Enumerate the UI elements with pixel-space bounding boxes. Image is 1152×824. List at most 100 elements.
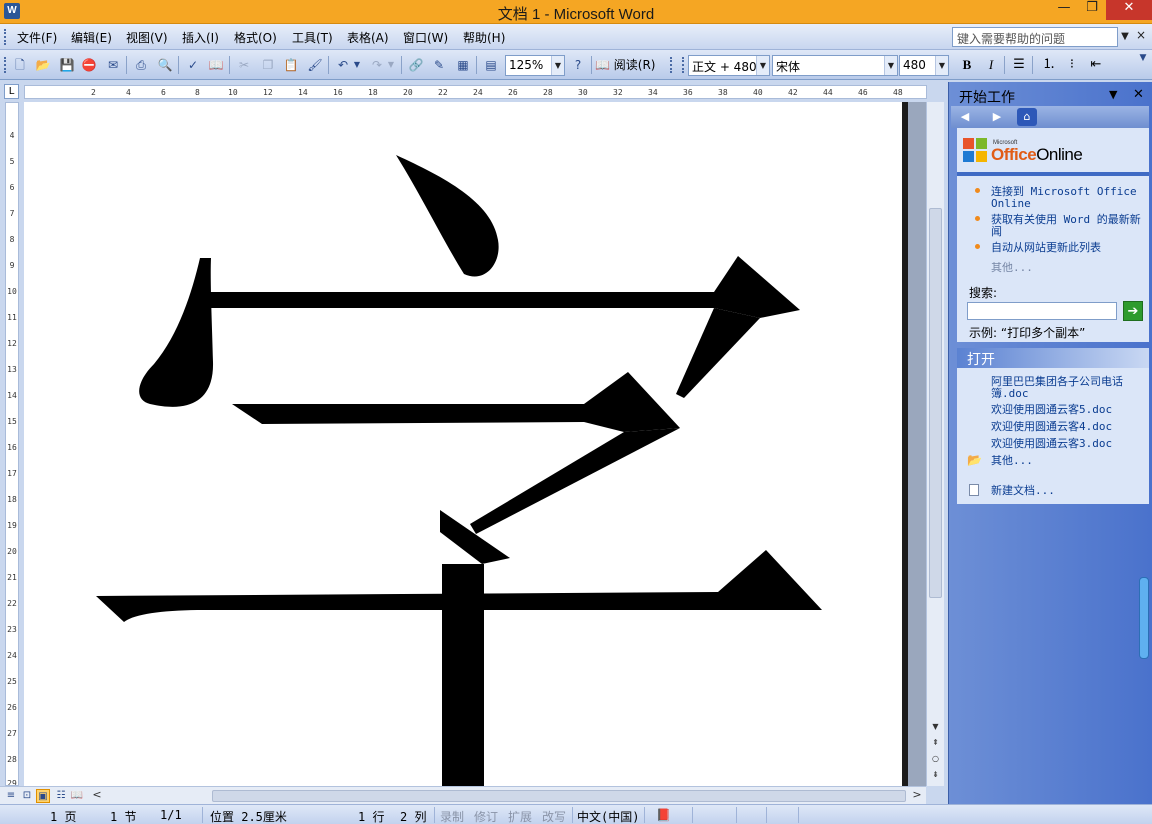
recent-file-link[interactable]: 欢迎使用圆通云客3.doc: [991, 438, 1151, 450]
menu-format[interactable]: 格式(O): [234, 29, 277, 46]
search-go-button[interactable]: ➔: [1123, 301, 1143, 321]
bullets-icon[interactable]: ⁝: [1063, 56, 1081, 74]
menu-insert[interactable]: 插入(I): [182, 29, 219, 46]
maximize-button[interactable]: ❐: [1078, 0, 1106, 20]
undo-icon[interactable]: ↶: [334, 56, 352, 74]
hyperlink-icon[interactable]: 🔗: [407, 56, 425, 74]
web-layout-view-icon[interactable]: ⊡: [20, 789, 34, 803]
numbering-icon[interactable]: ⒈: [1040, 56, 1058, 74]
status-record[interactable]: 录制: [440, 808, 464, 824]
help-dropdown-icon[interactable]: ▼: [1118, 27, 1132, 47]
document-map-icon[interactable]: ▤: [482, 56, 500, 74]
link-connect-office-online[interactable]: 连接到 Microsoft Office Online: [991, 186, 1151, 210]
open-icon[interactable]: 📂: [34, 56, 52, 74]
document-page[interactable]: [24, 102, 902, 786]
spelling-icon[interactable]: ✓: [184, 56, 202, 74]
task-pane-scroll-thumb[interactable]: [1139, 577, 1149, 659]
horizontal-scrollbar[interactable]: ≡ ⊡ ▣ ☷ 📖 < >: [0, 786, 926, 804]
toolbar-options-icon[interactable]: ▼: [1137, 53, 1149, 77]
read-button[interactable]: 📖 阅读(R): [595, 56, 655, 74]
save-icon[interactable]: 💾: [58, 56, 76, 74]
permission-icon[interactable]: ⛔: [80, 56, 98, 74]
font-size-dropdown-icon[interactable]: ▼: [935, 56, 948, 75]
vertical-scroll-thumb[interactable]: [929, 208, 942, 598]
menu-help[interactable]: 帮助(H): [463, 29, 505, 46]
minimize-button[interactable]: —: [1050, 0, 1078, 20]
menu-view[interactable]: 视图(V): [126, 29, 168, 46]
link-auto-update[interactable]: 自动从网站更新此列表: [991, 242, 1151, 254]
select-browse-object-icon[interactable]: ○: [927, 752, 944, 766]
redo-dropdown-icon[interactable]: ▼: [386, 56, 396, 74]
email-icon[interactable]: ✉: [104, 56, 122, 74]
normal-view-icon[interactable]: ≡: [4, 789, 18, 803]
research-icon[interactable]: 📖: [207, 56, 225, 74]
link-latest-news[interactable]: 获取有关使用 Word 的最新新闻: [991, 214, 1151, 238]
home-icon[interactable]: ⌂: [1017, 108, 1037, 126]
recent-file-link[interactable]: 欢迎使用圆通云客5.doc: [991, 404, 1151, 416]
font-dropdown-icon[interactable]: ▼: [884, 56, 897, 75]
menu-table[interactable]: 表格(A): [347, 29, 389, 46]
print-layout-view-icon[interactable]: ▣: [36, 789, 50, 803]
menu-grip-icon[interactable]: [4, 29, 7, 45]
copy-icon[interactable]: ❐: [259, 56, 277, 74]
menu-window[interactable]: 窗口(W): [403, 29, 448, 46]
zoom-dropdown-icon[interactable]: ▼: [551, 56, 564, 75]
outline-view-icon[interactable]: ☷: [54, 789, 68, 803]
recent-file-link[interactable]: 欢迎使用圆通云客4.doc: [991, 421, 1151, 433]
vertical-ruler[interactable]: 4 5 6 7 8 9 10 11 12 13 14 15 16 17 18 1…: [0, 102, 22, 786]
scroll-down-arrow-icon[interactable]: ▼: [927, 720, 944, 734]
style-select[interactable]: 正文 + 480 ▼: [688, 55, 770, 76]
tables-borders-icon[interactable]: ✎: [430, 56, 448, 74]
cut-icon[interactable]: ✂: [235, 56, 253, 74]
status-extend[interactable]: 扩展: [508, 808, 532, 824]
reading-layout-view-icon[interactable]: 📖: [70, 789, 84, 803]
style-dropdown-icon[interactable]: ▼: [756, 56, 769, 75]
tab-selector[interactable]: L: [4, 84, 19, 99]
status-language[interactable]: 中文(中国): [577, 808, 639, 824]
menu-tools[interactable]: 工具(T): [292, 29, 333, 46]
scroll-right-arrow-icon[interactable]: >: [910, 788, 924, 801]
new-document-link[interactable]: 新建文档...: [991, 485, 1151, 497]
next-page-icon[interactable]: ⇟: [927, 768, 944, 782]
horizontal-ruler[interactable]: L 2 4 6 8 10 12 14 16 18 20 22 24 26 28 …: [0, 82, 947, 102]
recent-file-link[interactable]: 阿里巴巴集团各子公司电话簿.doc: [991, 376, 1151, 400]
new-icon[interactable]: 🗋: [11, 56, 29, 74]
search-input[interactable]: [967, 302, 1117, 320]
menu-edit[interactable]: 编辑(E): [71, 29, 112, 46]
formatting-grip-icon[interactable]: [682, 57, 685, 73]
task-pane-close-icon[interactable]: ✕: [1133, 87, 1144, 102]
link-more[interactable]: 其他...: [991, 262, 1151, 274]
zoom-select[interactable]: 125% ▼: [505, 55, 565, 76]
back-icon[interactable]: ◀: [955, 108, 975, 126]
italic-button[interactable]: I: [982, 56, 1000, 74]
font-select[interactable]: 宋体 ▼: [772, 55, 898, 76]
status-overtype[interactable]: 改写: [542, 808, 566, 824]
spelling-status-icon[interactable]: 📕: [656, 808, 671, 822]
paste-icon[interactable]: 📋: [282, 56, 300, 74]
task-pane-title[interactable]: 开始工作: [959, 87, 1015, 107]
font-size-select[interactable]: 480 ▼: [899, 55, 949, 76]
undo-dropdown-icon[interactable]: ▼: [352, 56, 362, 74]
redo-icon[interactable]: ↷: [368, 56, 386, 74]
horizontal-scroll-thumb[interactable]: [212, 790, 906, 802]
status-track-changes[interactable]: 修订: [474, 808, 498, 824]
scroll-left-arrow-icon[interactable]: <: [90, 788, 104, 801]
previous-page-icon[interactable]: ⇞: [927, 736, 944, 750]
format-painter-icon[interactable]: 🖌: [306, 56, 324, 74]
print-icon[interactable]: ⎙: [132, 56, 150, 74]
help-icon[interactable]: ?: [569, 56, 587, 74]
toolbar-grip-icon[interactable]: [670, 57, 673, 73]
insert-table-icon[interactable]: ▦: [454, 56, 472, 74]
task-pane-dropdown-icon[interactable]: ▼: [1109, 88, 1117, 101]
open-more-link[interactable]: 其他...: [991, 455, 1151, 467]
menu-file[interactable]: 文件(F): [17, 29, 57, 46]
decrease-indent-icon[interactable]: ⇤: [1087, 56, 1105, 74]
vertical-scrollbar[interactable]: ▼ ⇞ ○ ⇟: [926, 102, 944, 786]
align-justify-icon[interactable]: ☰: [1010, 56, 1028, 74]
help-question-input[interactable]: 键入需要帮助的问题: [952, 27, 1118, 47]
forward-icon[interactable]: ▶: [987, 108, 1007, 126]
toolbar-grip-icon[interactable]: [4, 57, 7, 73]
bold-button[interactable]: B: [958, 56, 976, 74]
print-preview-icon[interactable]: 🔍: [156, 56, 174, 74]
close-document-button[interactable]: ×: [1136, 28, 1148, 46]
